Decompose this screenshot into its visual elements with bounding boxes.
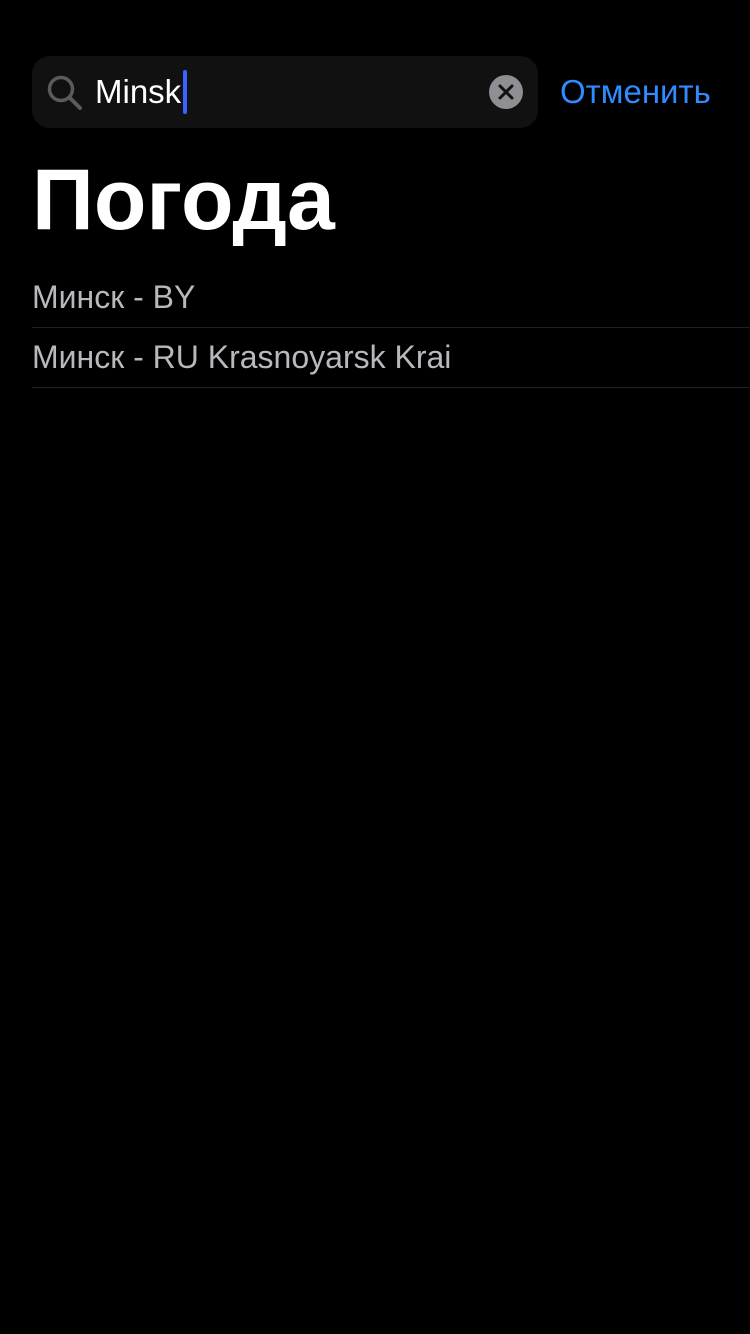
result-item-minsk-by[interactable]: Минск - BY <box>32 268 750 328</box>
cancel-button[interactable]: Отменить <box>560 56 711 128</box>
clear-search-button[interactable] <box>489 75 523 109</box>
search-bar[interactable]: Minsk <box>32 56 538 128</box>
text-caret <box>183 70 187 114</box>
clear-icon <box>498 84 514 100</box>
page-title: Погода <box>32 152 335 248</box>
search-input[interactable]: Minsk <box>95 56 181 128</box>
search-row: Minsk Отменить <box>32 56 732 128</box>
search-icon <box>46 74 84 112</box>
result-item-minsk-ru[interactable]: Минск - RU Krasnoyarsk Krai <box>32 328 750 388</box>
results-list: Минск - BY Минск - RU Krasnoyarsk Krai <box>32 268 750 388</box>
